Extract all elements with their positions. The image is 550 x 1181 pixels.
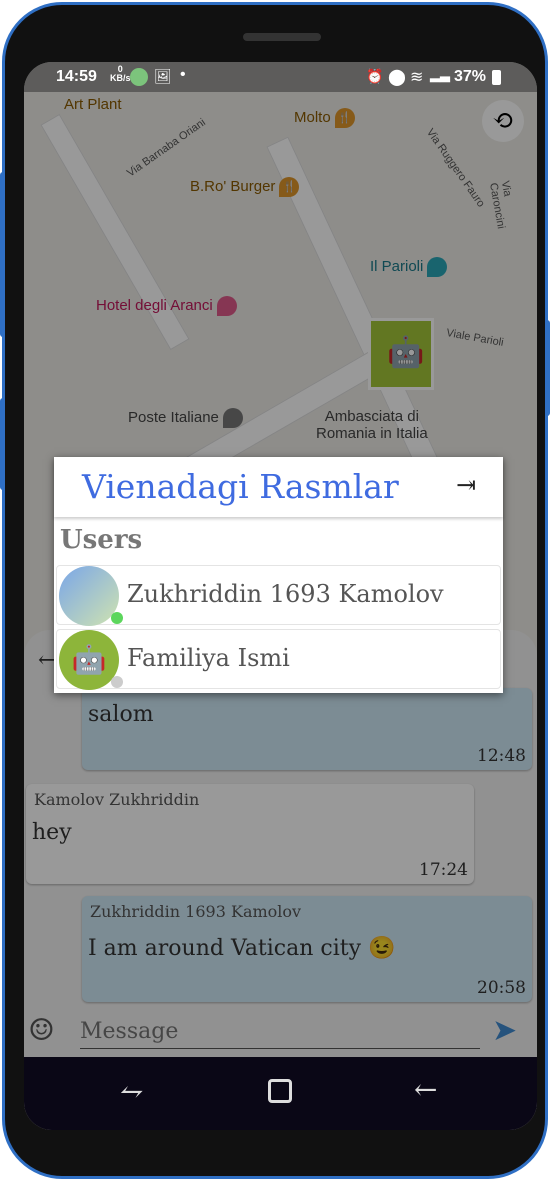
poi-hotel[interactable]: Hotel degli Aranci [96,296,237,316]
mail-icon [222,408,243,428]
poi-poste[interactable]: Poste Italiane [128,408,243,428]
poi-embassy[interactable]: Ambasciata di Romania in Italia [316,408,428,442]
message-bubble: Zukhriddin 1693 Kamolov I am around Vati… [82,896,532,1002]
wifi-icon: ≋ [410,69,424,86]
message-bubble: salom 12:48 [82,688,532,770]
poi-art[interactable]: Art Plant [64,96,122,113]
message-input[interactable] [80,1015,480,1049]
dialog-title: Vienadagi Rasmlar [82,467,399,506]
status-bar: 14:59 0 KB/s 🖼 • ⏰ ⬤ ≋ ▂▃ 37% [24,62,537,92]
users-heading: Users [60,525,143,555]
poi-burger[interactable]: B.Ro' Burger 🍴 [190,177,300,197]
group-users-dialog: Vienadagi Rasmlar ⇥ Users Zukhriddin 169… [54,457,503,693]
user-row[interactable]: 🤖 Familiya Ismi [56,629,501,690]
pin-icon [427,257,448,277]
send-icon[interactable]: ➤ [492,1013,517,1048]
speaker [243,33,321,41]
user-marker[interactable]: 🤖 [368,318,434,390]
poi-molto[interactable]: Molto 🍴 [294,108,355,128]
navigation-bar: ⥊ ← [24,1057,537,1130]
restaurant-icon: 🍴 [334,108,355,128]
battery-icon [492,70,501,85]
android-icon: 🤖 [387,335,425,370]
chat-panel: ← salom 12:48 Kamolov Zukhriddin hey 17:… [24,630,537,1050]
message-input-bar: ☺ ➤ [24,1007,537,1057]
recents-icon[interactable]: ⥊ [120,1075,143,1108]
alarm-icon: ⏰ [366,68,384,84]
emoji-icon[interactable]: ☺ [28,1013,55,1048]
location-icon: ⬤ [388,69,406,86]
signal-icon: ▂▃ [430,67,450,82]
screen: Molto 🍴 B.Ro' Burger 🍴 Il Parioli Hotel de… [24,62,537,1130]
dot-icon: • [180,66,186,83]
avatar: 🤖 [59,630,119,690]
avatar [59,566,119,626]
refresh-location-icon[interactable]: ⟲ [482,100,524,142]
home-icon[interactable] [268,1079,292,1103]
restaurant-icon: 🍴 [279,177,300,197]
dialog-header: Vienadagi Rasmlar ⇥ [54,457,503,517]
android-notification-icon [130,68,148,86]
poi-parioli[interactable]: Il Parioli [370,257,448,277]
user-row[interactable]: Zukhriddin 1693 Kamolov [56,565,501,626]
back-icon[interactable]: ← [414,1073,437,1106]
message-bubble: Kamolov Zukhriddin hey 17:24 [26,784,474,884]
hotel-icon [216,296,237,316]
online-status-icon [111,612,123,624]
exit-group-icon[interactable]: ⇥ [456,471,476,499]
offline-status-icon [111,676,123,688]
image-icon: 🖼 [154,68,172,84]
